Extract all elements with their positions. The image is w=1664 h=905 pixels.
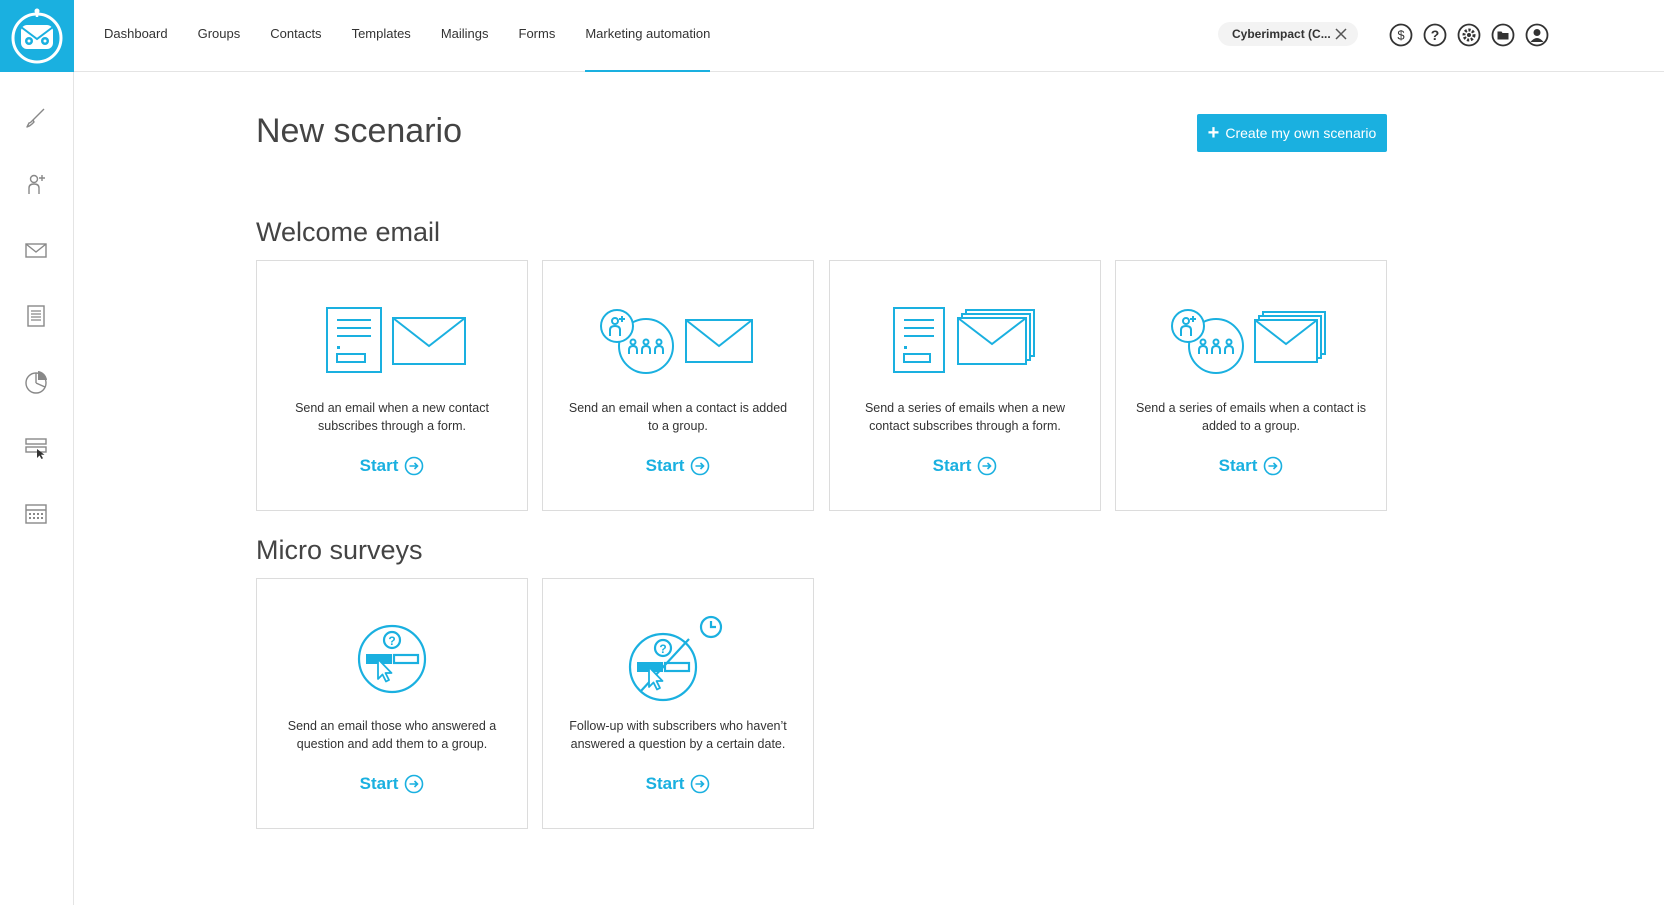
survey-answer-illustration: ? xyxy=(257,609,527,709)
start-button[interactable]: Start xyxy=(543,456,813,476)
start-label: Start xyxy=(645,774,685,793)
arrow-right-circle-icon xyxy=(405,456,424,476)
scenario-description: Send an email when a contact is added to… xyxy=(568,401,788,433)
start-label: Start xyxy=(645,456,685,475)
arrow-right-circle-icon xyxy=(405,774,424,794)
close-icon[interactable] xyxy=(1334,27,1348,41)
start-button[interactable]: Start xyxy=(257,774,527,794)
section-title-micro-surveys: Micro surveys xyxy=(256,535,423,565)
group-to-email-illustration xyxy=(543,291,813,391)
scenario-description: Send a series of emails when a contact i… xyxy=(1136,401,1366,433)
group-to-email-series-illustration xyxy=(1116,291,1386,391)
top-icon-bar: $ ? xyxy=(1388,22,1558,48)
form-icon[interactable] xyxy=(22,302,50,330)
nav-mailings[interactable]: Mailings xyxy=(441,0,489,72)
create-scenario-label: Create my own scenario xyxy=(1225,125,1377,141)
brush-icon[interactable] xyxy=(22,104,50,132)
arrow-right-circle-icon xyxy=(1264,456,1283,476)
user-icon[interactable] xyxy=(1524,22,1550,48)
survey-no-answer-illustration: ? xyxy=(543,609,813,709)
nav-marketing-automation[interactable]: Marketing automation xyxy=(585,0,711,72)
page-title: New scenario xyxy=(256,112,462,150)
calendar-icon[interactable] xyxy=(22,500,50,528)
svg-text:$: $ xyxy=(1397,28,1405,43)
section-title-welcome: Welcome email xyxy=(256,217,441,247)
start-button[interactable]: Start xyxy=(543,774,813,794)
scenario-card: Send an email when a contact is added to… xyxy=(542,260,814,511)
nav-groups[interactable]: Groups xyxy=(198,0,241,72)
form-to-email-series-illustration xyxy=(830,291,1100,391)
field-cursor-icon[interactable] xyxy=(22,434,50,462)
envelope-icon[interactable] xyxy=(22,236,50,264)
account-switcher[interactable]: Cyberimpact (C... xyxy=(1218,22,1358,46)
start-label: Start xyxy=(359,456,399,475)
scenario-card: Send a series of emails when a new conta… xyxy=(829,260,1101,511)
arrow-right-circle-icon xyxy=(691,456,710,476)
create-scenario-button[interactable]: + Create my own scenario xyxy=(1197,114,1387,152)
main-nav: Dashboard Groups Contacts Templates Mail… xyxy=(104,0,740,72)
folder-icon[interactable] xyxy=(1490,22,1516,48)
add-contact-icon[interactable] xyxy=(22,170,50,198)
robot-logo-icon xyxy=(11,8,63,64)
scenario-description: Follow-up with subscribers who haven’t a… xyxy=(569,719,787,751)
pie-chart-icon[interactable] xyxy=(22,368,50,396)
svg-text:?: ? xyxy=(659,642,666,656)
scenario-description: Send an email those who answered a quest… xyxy=(287,719,497,751)
arrow-right-circle-icon xyxy=(978,456,997,476)
start-button[interactable]: Start xyxy=(1116,456,1386,476)
scenario-card: Send an email when a new contact subscri… xyxy=(256,260,528,511)
scenario-description: Send a series of emails when a new conta… xyxy=(864,401,1066,433)
plus-icon: + xyxy=(1207,122,1220,144)
sidebar xyxy=(0,72,74,905)
app-logo[interactable] xyxy=(0,0,74,72)
nav-templates[interactable]: Templates xyxy=(352,0,411,72)
start-button[interactable]: Start xyxy=(830,456,1100,476)
scenario-card: ? Send an email those who answered a que… xyxy=(256,578,528,829)
start-label: Start xyxy=(1218,456,1258,475)
start-button[interactable]: Start xyxy=(257,456,527,476)
help-icon[interactable]: ? xyxy=(1422,22,1448,48)
settings-icon[interactable] xyxy=(1456,22,1482,48)
top-bar: Dashboard Groups Contacts Templates Mail… xyxy=(0,0,1664,72)
svg-text:?: ? xyxy=(1431,27,1440,43)
nav-dashboard[interactable]: Dashboard xyxy=(104,0,168,72)
start-label: Start xyxy=(359,774,399,793)
account-name: Cyberimpact (C... xyxy=(1232,27,1331,41)
svg-text:?: ? xyxy=(388,634,395,648)
arrow-right-circle-icon xyxy=(691,774,710,794)
form-to-email-illustration xyxy=(257,291,527,391)
scenario-description: Send an email when a new contact subscri… xyxy=(295,401,489,433)
scenario-card: Send a series of emails when a contact i… xyxy=(1115,260,1387,511)
dollar-icon[interactable]: $ xyxy=(1388,22,1414,48)
scenario-card: ? Follow-up with subscribers who haven’t… xyxy=(542,578,814,829)
start-label: Start xyxy=(932,456,972,475)
nav-contacts[interactable]: Contacts xyxy=(270,0,321,72)
nav-forms[interactable]: Forms xyxy=(519,0,556,72)
